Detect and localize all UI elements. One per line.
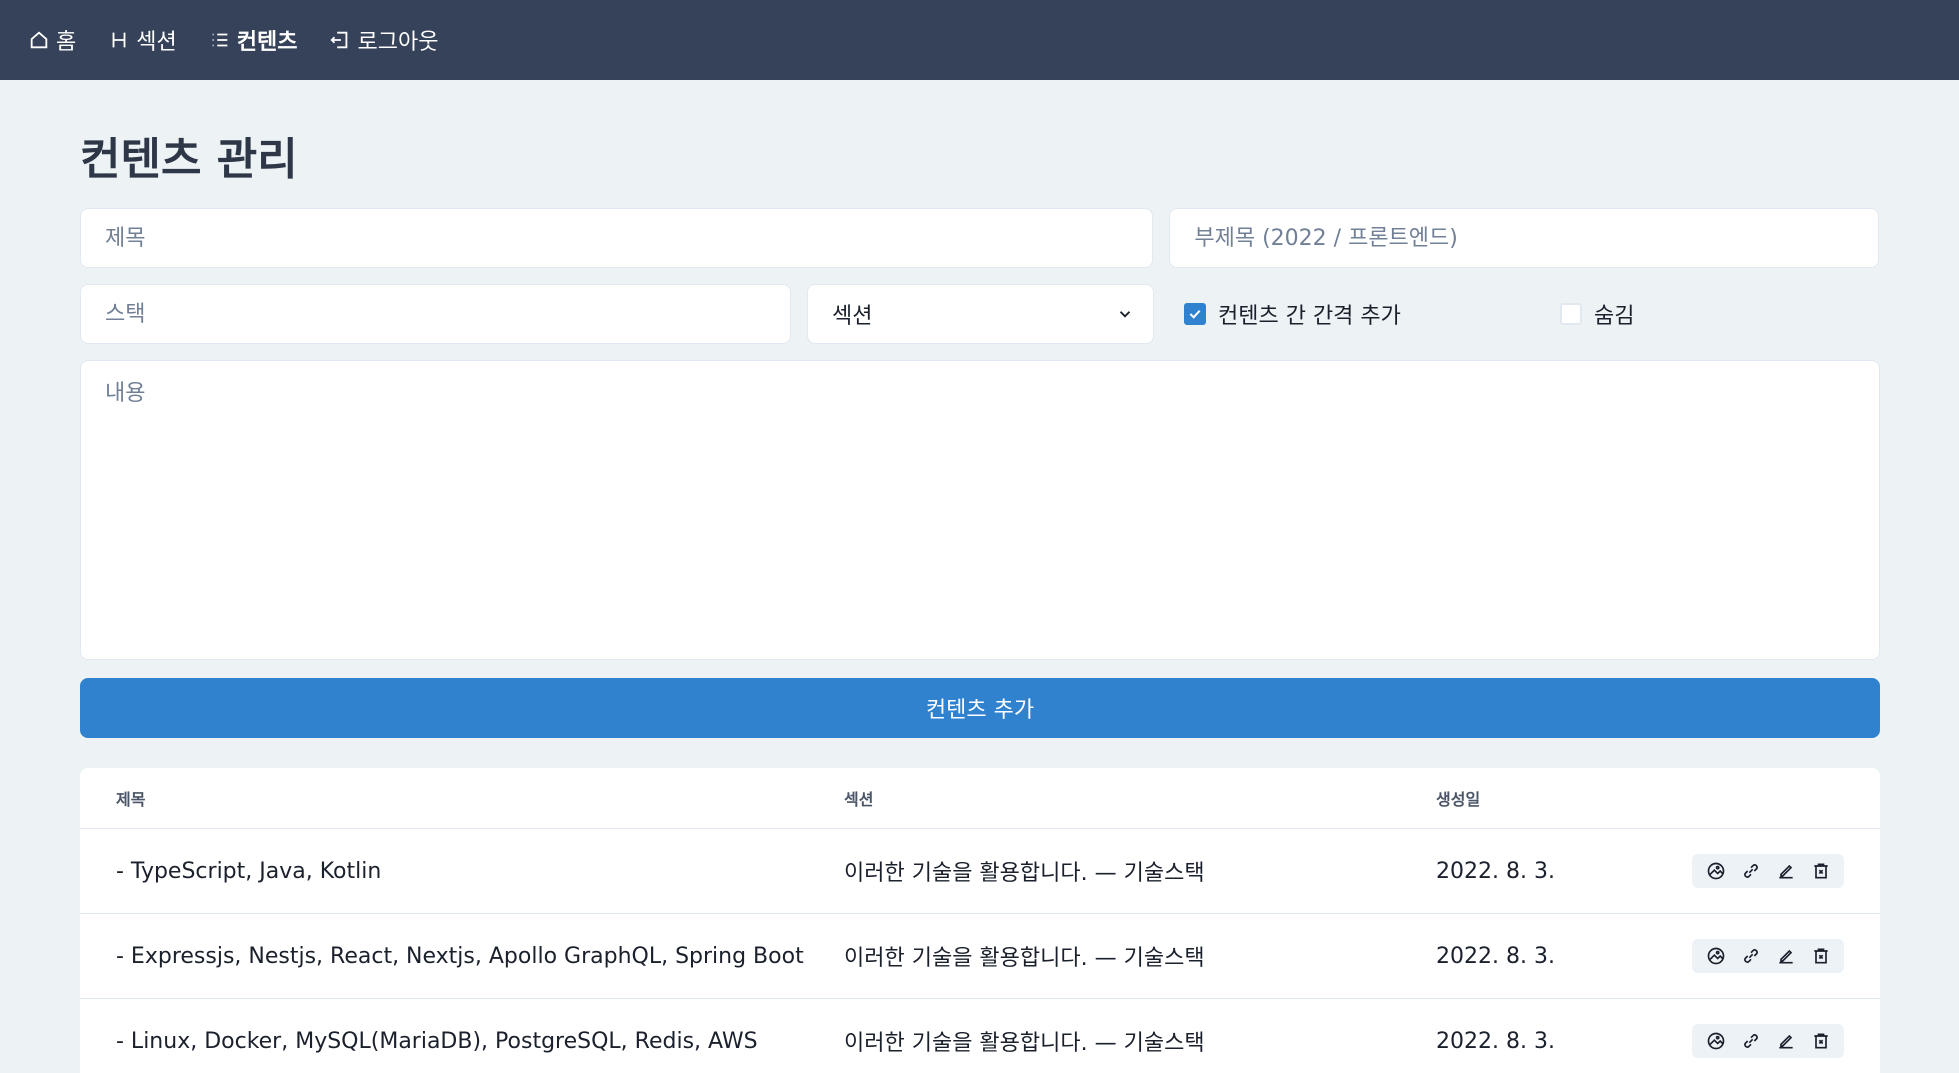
section-select-box[interactable]: 섹션 xyxy=(807,284,1154,344)
row-section: 이러한 기술을 활용합니다. — 기술스택 xyxy=(844,946,1205,971)
edit-icon xyxy=(1778,1034,1793,1049)
row-actions xyxy=(1664,1024,1880,1058)
subtitle-input[interactable] xyxy=(1169,208,1879,268)
logout-icon xyxy=(330,31,348,49)
row-actions xyxy=(1664,939,1880,973)
table-row: - Linux, Docker, MySQL(MariaDB), Postgre… xyxy=(80,999,1880,1073)
row-created: 2022. 8. 3. xyxy=(1436,858,1555,884)
action-group xyxy=(1692,939,1844,973)
delete-button[interactable] xyxy=(1807,858,1834,884)
edit-button[interactable] xyxy=(1772,1028,1799,1054)
main-content: 컨텐츠 관리 섹션 컨텐츠 간 간격 추가 숨김 컨텐츠 추가 제목 섹션 xyxy=(0,130,1959,1073)
row-actions xyxy=(1664,854,1880,888)
trash-icon xyxy=(1813,1033,1828,1049)
check-icon xyxy=(1189,309,1201,319)
form-row-2: 섹션 컨텐츠 간 간격 추가 숨김 xyxy=(80,284,1879,344)
row-title: - Linux, Docker, MySQL(MariaDB), Postgre… xyxy=(116,1028,758,1054)
section-select[interactable]: 섹션 xyxy=(807,284,1154,344)
list-icon xyxy=(212,33,228,47)
nav-item-label: 로그아웃 xyxy=(357,30,439,55)
link-button[interactable] xyxy=(1737,858,1764,884)
title-input[interactable] xyxy=(80,208,1154,268)
nav-item-label: 홈 xyxy=(56,30,77,55)
page-title: 컨텐츠 관리 xyxy=(80,134,298,185)
image-icon xyxy=(1707,947,1724,965)
row-section: 이러한 기술을 활용합니다. — 기술스택 xyxy=(844,1031,1205,1056)
add-content-button[interactable]: 컨텐츠 추가 xyxy=(80,678,1880,738)
content-table: 제목 섹션 생성일 - TypeScript, Java, Kotlin 이러한… xyxy=(80,768,1880,1073)
column-header-created: 생성일 xyxy=(1436,790,1481,809)
chevron-down-icon xyxy=(1119,311,1131,318)
row-section: 이러한 기술을 활용합니다. — 기술스택 xyxy=(844,861,1205,886)
action-group xyxy=(1692,854,1844,888)
heading-icon xyxy=(112,32,126,48)
row-title: - TypeScript, Java, Kotlin xyxy=(116,858,382,884)
nav-item-contents[interactable]: 컨텐츠 xyxy=(209,24,298,56)
table-row: - Expressjs, Nestjs, React, Nextjs, Apol… xyxy=(80,914,1880,999)
content-textarea[interactable] xyxy=(80,360,1880,660)
section-select-value: 섹션 xyxy=(832,304,873,329)
delete-button[interactable] xyxy=(1807,1028,1834,1054)
nav-item-label: 컨텐츠 xyxy=(236,30,298,55)
link-icon xyxy=(1743,864,1758,878)
image-icon xyxy=(1707,1032,1724,1050)
edit-icon xyxy=(1778,864,1793,879)
trash-icon xyxy=(1813,863,1828,879)
image-button[interactable] xyxy=(1702,1028,1729,1054)
hidden-checkbox-group[interactable]: 숨김 xyxy=(1560,298,1634,330)
row-created: 2022. 8. 3. xyxy=(1436,943,1555,969)
image-button[interactable] xyxy=(1702,858,1729,884)
link-button[interactable] xyxy=(1737,943,1764,969)
edit-button[interactable] xyxy=(1772,943,1799,969)
top-nav: 홈 섹션 컨텐츠 로그아웃 xyxy=(0,0,1959,80)
edit-button[interactable] xyxy=(1772,858,1799,884)
nav-item-sections[interactable]: 섹션 xyxy=(108,24,177,56)
column-header-title: 제목 xyxy=(116,790,146,809)
nav-item-label: 섹션 xyxy=(136,30,177,55)
trash-icon xyxy=(1813,948,1828,964)
nav-item-home[interactable]: 홈 xyxy=(28,24,76,56)
gap-checkbox[interactable] xyxy=(1184,303,1206,325)
form-row-1 xyxy=(80,208,1879,268)
gap-checkbox-group[interactable]: 컨텐츠 간 간격 추가 xyxy=(1184,298,1544,330)
hidden-checkbox[interactable] xyxy=(1560,303,1582,325)
delete-button[interactable] xyxy=(1807,943,1834,969)
home-icon xyxy=(30,31,48,49)
row-title: - Expressjs, Nestjs, React, Nextjs, Apol… xyxy=(116,943,804,969)
stack-input[interactable] xyxy=(80,284,791,344)
gap-checkbox-label: 컨텐츠 간 간격 추가 xyxy=(1218,304,1401,329)
row-created: 2022. 8. 3. xyxy=(1436,1028,1555,1054)
image-icon xyxy=(1707,862,1724,880)
image-button[interactable] xyxy=(1702,943,1729,969)
table-header: 제목 섹션 생성일 xyxy=(80,768,1880,829)
nav-item-logout[interactable]: 로그아웃 xyxy=(329,24,438,56)
action-group xyxy=(1692,1024,1844,1058)
column-header-section: 섹션 xyxy=(844,790,874,809)
link-button[interactable] xyxy=(1737,1028,1764,1054)
link-icon xyxy=(1743,949,1758,963)
table-row: - TypeScript, Java, Kotlin 이러한 기술을 활용합니다… xyxy=(80,829,1880,914)
edit-icon xyxy=(1778,949,1793,964)
link-icon xyxy=(1743,1034,1758,1048)
hidden-checkbox-label: 숨김 xyxy=(1594,304,1635,329)
